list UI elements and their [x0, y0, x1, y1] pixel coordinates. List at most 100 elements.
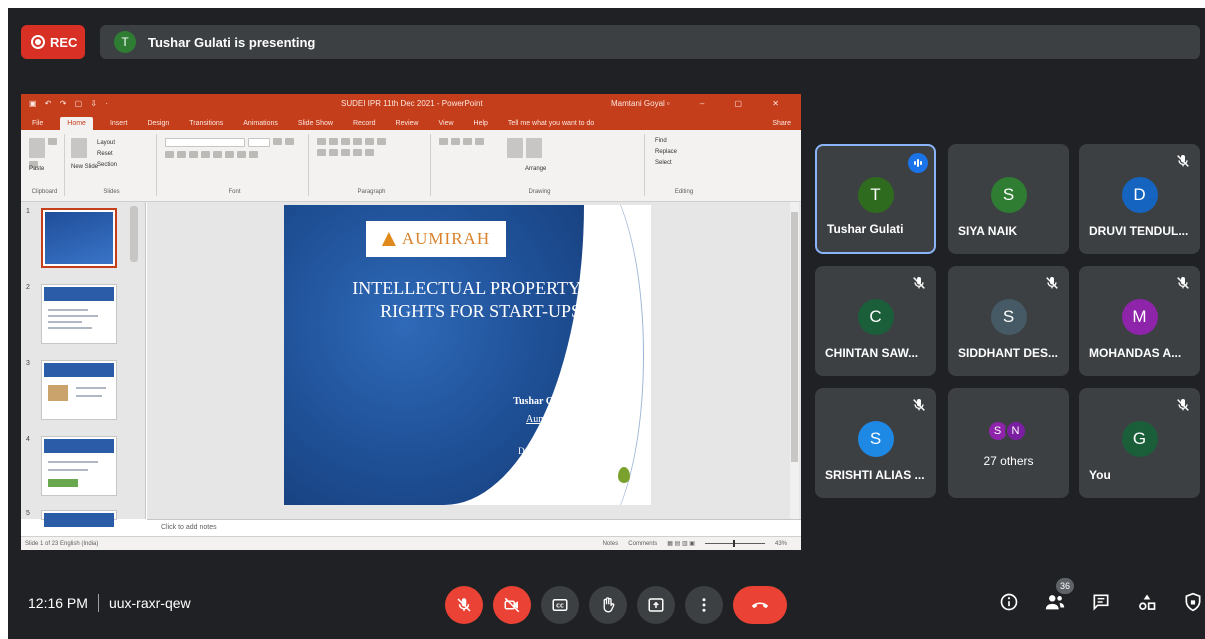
slide-thumbnail-5[interactable] [41, 510, 117, 527]
participant-tile[interactable]: D DRUVI TENDUL... [1079, 144, 1200, 254]
ppt-tab[interactable]: Help [471, 117, 491, 130]
record-icon [31, 35, 45, 49]
chat-icon [1093, 594, 1109, 611]
replace-label: Replace [655, 149, 678, 155]
camera-off-icon [504, 597, 520, 613]
others-tile[interactable]: S N 27 others [948, 388, 1069, 498]
ppt-ribbon: Paste Clipboard Layout Reset Section New… [21, 130, 801, 202]
slide-title-line-2: RIGHTS FOR START-UPS [380, 301, 581, 321]
mic-off-icon [911, 397, 927, 413]
present-screen-button[interactable] [637, 586, 675, 624]
captions-button[interactable]: CC [541, 586, 579, 624]
participant-tile[interactable]: M MOHANDAS A... [1079, 266, 1200, 376]
slide-thumbnail-3[interactable] [41, 360, 117, 420]
slide-thumbnail-4[interactable] [41, 436, 117, 496]
current-slide[interactable]: AUMIRAH INTELLECTUAL PROPERTY RIGHTS FOR… [284, 205, 651, 505]
participant-name: SIDDHANT DES... [958, 346, 1059, 360]
ppt-user-name: Mamtani Goyal [611, 99, 665, 108]
zoom-level[interactable]: 43% [775, 541, 787, 547]
side-controls: 36 [996, 578, 1205, 615]
ppt-tab[interactable]: Record [350, 117, 379, 130]
slide-title-line-1: INTELLECTUAL PROPERTY [352, 278, 581, 298]
font-group-label: Font [228, 189, 241, 195]
participant-name: You [1089, 468, 1111, 482]
avatar: M [1121, 299, 1158, 335]
activities-icon [1139, 594, 1156, 610]
raise-hand-button[interactable] [589, 586, 627, 624]
ppt-tab[interactable]: Insert [107, 117, 131, 130]
ppt-tab[interactable]: File [29, 117, 46, 130]
view-buttons[interactable]: ▦ ▤ ▥ ▣ [667, 540, 695, 547]
ppt-tab[interactable]: Animations [240, 117, 281, 130]
participant-name: Tushar Gulati [827, 222, 904, 236]
comments-toggle[interactable]: Comments [628, 541, 657, 547]
quick-access-toolbar: ▣ ↶ ↷ ▢ ⇩ · [29, 99, 112, 108]
hang-up-icon [751, 602, 769, 609]
captions-icon: CC [552, 599, 568, 611]
status-slide-info: Slide 1 of 23 English (India) [25, 540, 99, 547]
participant-tile[interactable]: S SRISHTI ALIAS ... [815, 388, 936, 498]
avatar: S [990, 177, 1027, 213]
aumirah-logo: AUMIRAH [366, 221, 506, 257]
new-slide-icon [71, 138, 87, 158]
host-controls-button[interactable] [1180, 589, 1205, 615]
mic-off-icon [1044, 275, 1060, 291]
info-icon [1000, 593, 1018, 611]
notes-pane[interactable]: Click to add notes [147, 519, 801, 536]
recording-label: REC [50, 34, 78, 50]
leave-call-button[interactable] [733, 586, 787, 624]
chat-button[interactable] [1088, 589, 1114, 615]
editing-group: Find Replace Select Editing [649, 134, 719, 196]
paragraph-group-label: Paragraph [357, 189, 386, 195]
ppt-tab[interactable]: Tell me what you want to do [505, 117, 597, 130]
ppt-tab[interactable]: View [435, 117, 456, 130]
thumb-number: 2 [26, 284, 30, 291]
thumb-number: 3 [26, 360, 30, 367]
leaf-icon [618, 467, 630, 483]
avatar: G [1121, 421, 1158, 457]
ppt-file-title: SUDEI IPR 11th Dec 2021 - PowerPoint [341, 99, 483, 108]
notes-toggle[interactable]: Notes [603, 541, 619, 547]
participant-tile[interactable]: C CHINTAN SAW... [815, 266, 936, 376]
thumbnails-scrollbar[interactable] [130, 206, 138, 262]
logo-text: AUMIRAH [401, 229, 491, 248]
zoom-slider[interactable] [704, 540, 765, 547]
ppt-tab[interactable]: Transitions [186, 117, 226, 130]
ppt-tab[interactable]: Review [393, 117, 422, 130]
slide-thumbnail-1[interactable] [41, 208, 117, 268]
arrange-label: Arrange [525, 166, 547, 172]
ppt-share-button[interactable]: Share [772, 120, 791, 127]
activities-button[interactable] [1134, 589, 1160, 615]
font-group: Font [161, 134, 309, 196]
camera-toggle-button[interactable] [493, 586, 531, 624]
presenting-banner: T Tushar Gulati is presenting [100, 25, 1200, 59]
clipboard-group: Paste Clipboard [25, 134, 65, 196]
others-count: 27 others [983, 454, 1034, 468]
more-vert-icon [702, 598, 706, 612]
call-controls: CC [445, 586, 787, 624]
notes-placeholder: Click to add notes [161, 524, 217, 531]
layout-label: Layout [97, 140, 116, 146]
participant-tile[interactable]: S SIYA NAIK [948, 144, 1069, 254]
clock-time: 12:16 PM [28, 595, 88, 611]
avatar: N [1004, 420, 1027, 442]
editing-group-label: Editing [674, 189, 694, 195]
ppt-tab[interactable]: Home [60, 117, 93, 130]
meeting-code[interactable]: uux-raxr-qew [109, 595, 191, 611]
mic-toggle-button[interactable] [445, 586, 483, 624]
participant-tile[interactable]: S SIDDHANT DES... [948, 266, 1069, 376]
slide-thumbnail-2[interactable] [41, 284, 117, 344]
meeting-details-button[interactable] [996, 589, 1022, 615]
logo-icon [381, 232, 396, 246]
participant-tile[interactable]: G You [1079, 388, 1200, 498]
speaking-indicator-icon [908, 153, 928, 173]
ppt-tab[interactable]: Design [144, 117, 172, 130]
people-button[interactable]: 36 [1042, 578, 1074, 615]
mic-off-icon [1175, 153, 1191, 169]
slide-scrollbar[interactable] [790, 202, 799, 519]
thumb-number: 1 [26, 208, 30, 215]
more-options-button[interactable] [685, 586, 723, 624]
mic-off-icon [1175, 397, 1191, 413]
participant-tile[interactable]: T Tushar Gulati [815, 144, 936, 254]
ppt-tab[interactable]: Slide Show [295, 117, 336, 130]
